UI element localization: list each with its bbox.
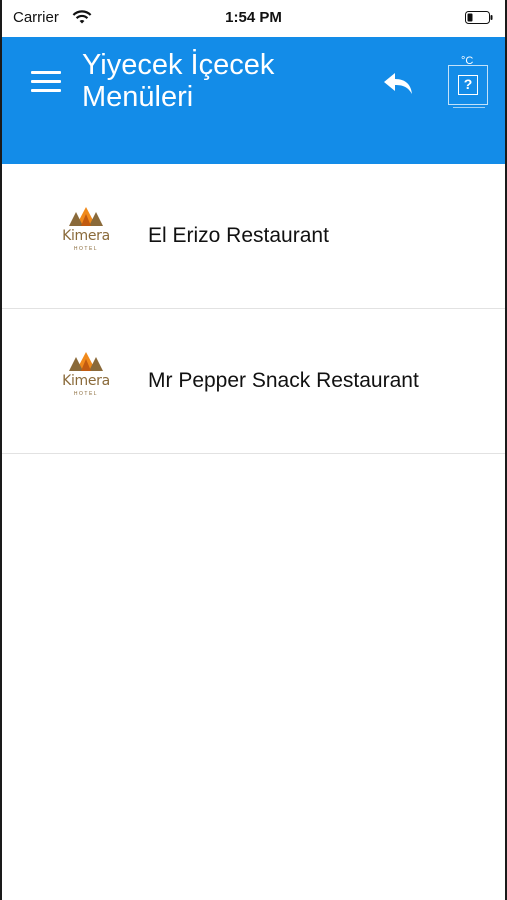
restaurant-row-el-erizo[interactable]: Kimera HOTEL El Erizo Restaurant (2, 164, 505, 309)
restaurant-name: El Erizo Restaurant (148, 224, 329, 247)
hamburger-menu-icon[interactable] (31, 71, 63, 95)
battery-icon (465, 11, 493, 24)
back-button[interactable] (381, 69, 417, 99)
kimera-logo: Kimera HOTEL (54, 206, 118, 256)
page-title: Yiyecek İçecek Menüleri (82, 49, 275, 113)
logo-text: Kimera (62, 373, 110, 389)
help-divider (453, 107, 485, 108)
status-bar: Carrier 1:54 PM (2, 0, 505, 37)
restaurant-list: Kimera HOTEL El Erizo Restaurant Kimera … (2, 164, 505, 454)
help-button[interactable]: ? (448, 65, 488, 105)
restaurant-row-mr-pepper[interactable]: Kimera HOTEL Mr Pepper Snack Restaurant (2, 309, 505, 454)
restaurant-name: Mr Pepper Snack Restaurant (148, 369, 419, 392)
status-time: 1:54 PM (225, 9, 282, 26)
app-header: Yiyecek İçecek Menüleri °C ? (2, 37, 505, 164)
logo-text: Kimera (62, 228, 110, 244)
reply-arrow-icon (384, 73, 412, 94)
mountain-icon (69, 207, 103, 226)
kimera-logo: Kimera HOTEL (54, 351, 118, 401)
logo-subtext: HOTEL (73, 391, 99, 397)
logo-subtext: HOTEL (73, 246, 99, 252)
help-icon: ? (458, 75, 478, 95)
mountain-icon (69, 352, 103, 371)
